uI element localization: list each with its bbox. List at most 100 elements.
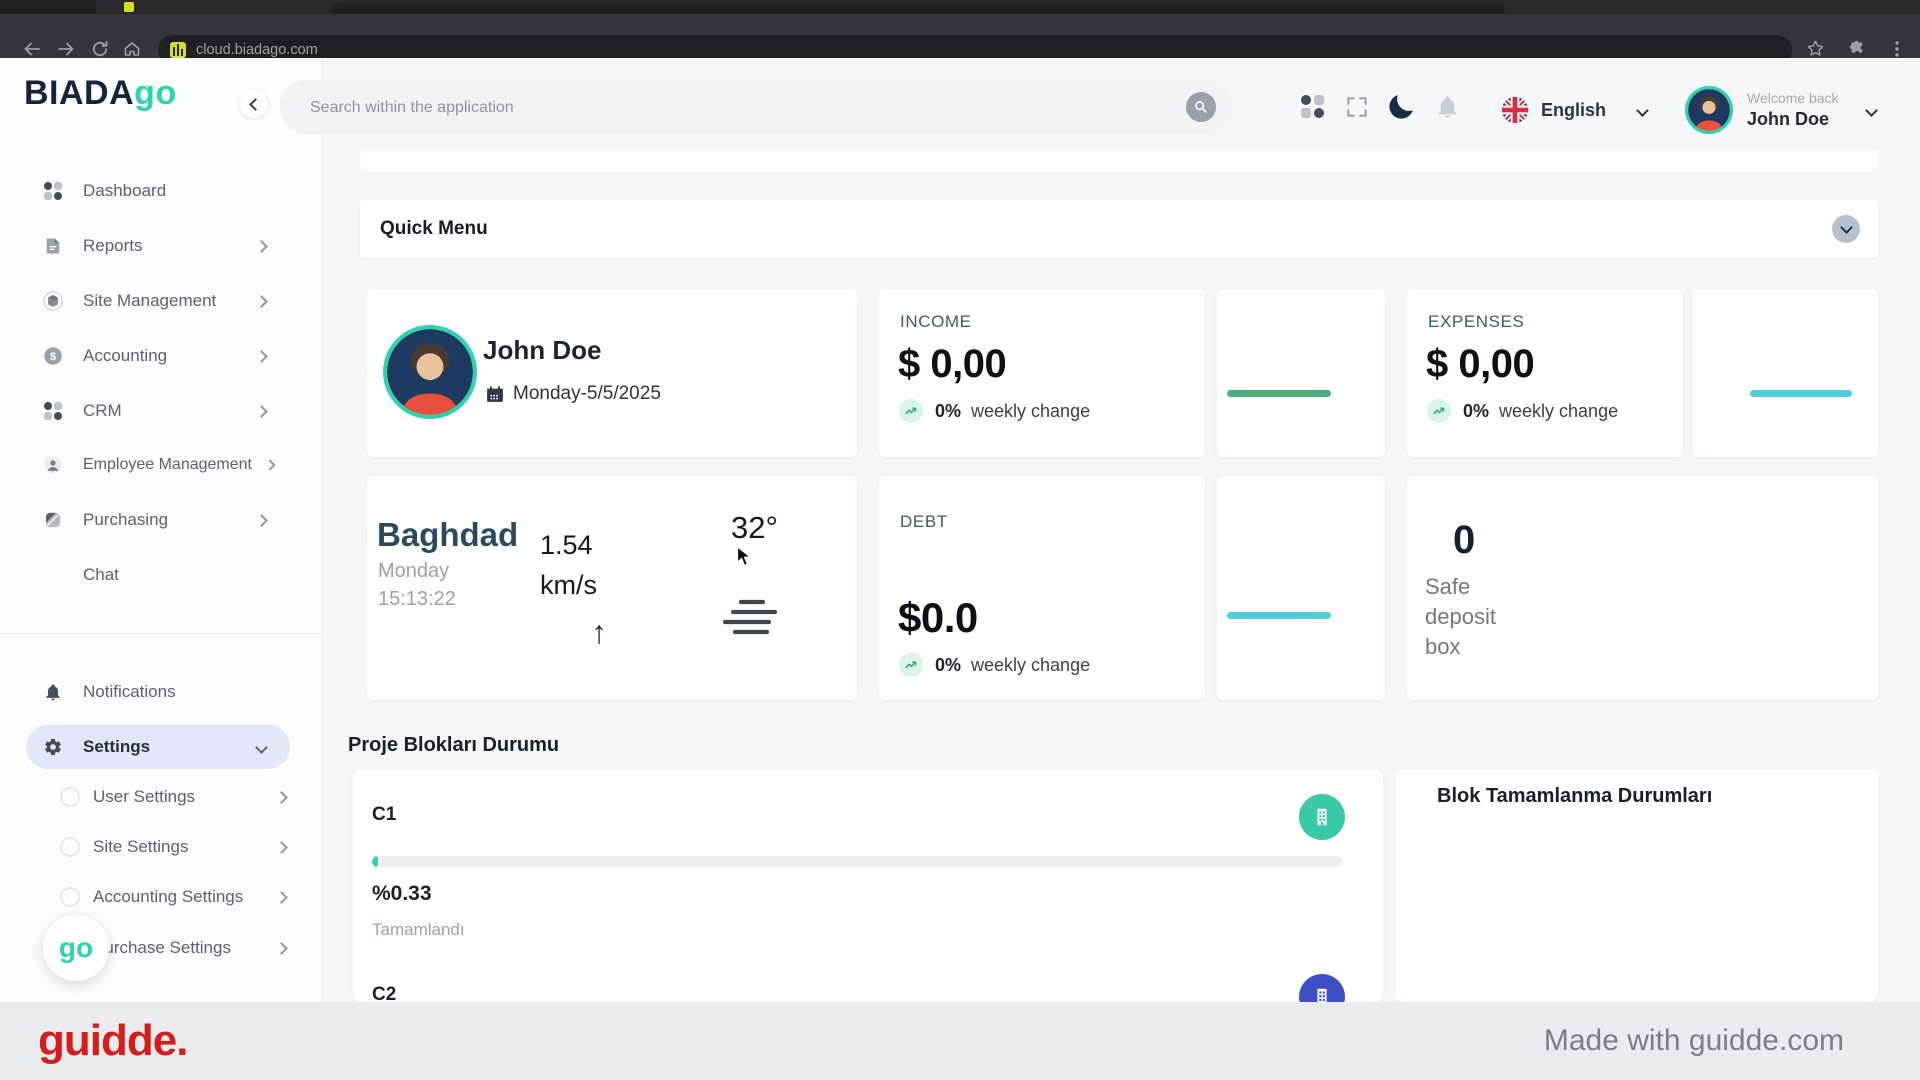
debt-card: DEBT $0.0 0% weekly change: [879, 476, 1205, 700]
block-progress-fill: [372, 856, 378, 867]
sidebar-divider: [0, 633, 322, 634]
weather-temperature: 32°: [731, 510, 778, 546]
block-status: Tamamlandı: [372, 920, 465, 940]
made-with-credit: Made with guidde.com: [1544, 1024, 1844, 1058]
avatar: [1685, 86, 1733, 134]
cube-icon: [42, 290, 64, 312]
block-name: C1: [372, 804, 396, 826]
chevron-right-icon: [264, 459, 275, 470]
language-selector[interactable]: English: [1501, 96, 1647, 124]
trend-up-icon: [899, 399, 923, 423]
sidebar-item-crm[interactable]: CRM: [42, 396, 266, 426]
mist-weather-icon: [721, 598, 787, 645]
expenses-sparkline-card: [1692, 289, 1878, 457]
sidebar-item-site-management[interactable]: Site Management: [42, 286, 266, 316]
apps-grid-icon[interactable]: [1301, 95, 1324, 118]
avatar: [383, 325, 477, 419]
block-name: C2: [372, 984, 396, 1002]
debt-change: 0%: [935, 655, 961, 676]
url-text: cloud.biadago.com: [196, 42, 318, 58]
bookmark-star-icon[interactable]: [1806, 39, 1826, 59]
income-change-text: weekly change: [971, 401, 1090, 422]
reload-icon[interactable]: [90, 39, 110, 59]
building-button[interactable]: [1299, 974, 1345, 1002]
site-favicon-icon: [170, 42, 186, 58]
uk-flag-icon: [1501, 96, 1529, 124]
user-name: John Doe: [1747, 109, 1839, 130]
chevron-right-icon: [275, 891, 288, 904]
sidebar-collapse-button[interactable]: [240, 90, 268, 118]
search-input[interactable]: [308, 94, 1152, 122]
income-change: 0%: [935, 401, 961, 422]
forward-icon[interactable]: [56, 39, 76, 59]
sidebar-item-site-settings[interactable]: Site Settings: [60, 832, 286, 862]
sidebar-item-dashboard[interactable]: Dashboard: [42, 176, 266, 206]
chevron-right-icon: [255, 514, 268, 527]
guidde-logo: guidde.: [38, 1016, 187, 1066]
pen-icon: [42, 509, 64, 531]
income-sparkline: [1227, 390, 1331, 397]
sidebar-item-employee-management[interactable]: Employee Management: [42, 450, 274, 480]
sidebar-item-accounting[interactable]: $ Accounting: [42, 341, 266, 371]
chevron-right-icon: [255, 295, 268, 308]
search-icon[interactable]: [1186, 92, 1216, 122]
card-user-name: John Doe: [483, 335, 601, 366]
gear-icon: [42, 736, 64, 758]
safe-deposit-label: Safe deposit box: [1425, 572, 1513, 662]
browser-tab[interactable]: [0, 0, 96, 14]
sidebar-item-settings[interactable]: Settings: [42, 732, 266, 762]
block-completion-title: Blok Tamamlanma Durumları: [1437, 785, 1712, 808]
debt-sparkline-card: [1217, 476, 1385, 700]
income-value: $ 0,00: [898, 342, 1006, 387]
home-icon[interactable]: [122, 39, 142, 59]
building-button[interactable]: [1299, 794, 1345, 840]
browser-tab-strip: [0, 0, 1920, 14]
tab-favicon-icon: [124, 2, 134, 12]
sidebar-item-accounting-settings[interactable]: Accounting Settings: [60, 882, 286, 912]
notifications-bell-icon[interactable]: [1434, 93, 1461, 125]
dark-mode-moon-icon[interactable]: [1386, 91, 1417, 127]
user-menu[interactable]: Welcome back John Doe: [1685, 86, 1876, 134]
wind-speed-unit: km/s: [540, 570, 597, 601]
chevron-right-icon: [275, 942, 288, 955]
mouse-cursor: [736, 546, 756, 573]
quick-menu-bar: Quick Menu: [360, 200, 1878, 258]
trend-up-icon: [899, 653, 923, 677]
weather-city: Baghdad: [377, 516, 518, 554]
safe-deposit-card: 0 Safe deposit box: [1407, 476, 1878, 700]
user-profile-card: John Doe Monday-5/5/2025: [367, 289, 857, 457]
debt-sparkline: [1227, 612, 1331, 619]
browser-menu-icon[interactable]: [1894, 39, 1900, 59]
sidebar-item-chat[interactable]: Chat: [42, 560, 266, 590]
circle-icon: [60, 887, 80, 907]
quick-menu-expand-button[interactable]: [1832, 215, 1860, 243]
language-label: English: [1541, 100, 1606, 121]
circle-icon: [60, 837, 80, 857]
sidebar-item-notifications[interactable]: Notifications: [42, 677, 266, 707]
fullscreen-icon[interactable]: [1344, 94, 1370, 125]
weather-time: 15:13:22: [378, 588, 456, 611]
quick-menu-title: Quick Menu: [380, 218, 488, 240]
chevron-down-icon: [1865, 104, 1878, 117]
app-logo[interactable]: BIADAgo: [24, 74, 177, 113]
welcome-text: Welcome back: [1747, 90, 1839, 106]
sidebar-item-purchasing[interactable]: Purchasing: [42, 505, 266, 535]
grid-icon: [42, 180, 64, 202]
income-sparkline-card: [1217, 289, 1385, 457]
card-date: Monday-5/5/2025: [513, 383, 661, 405]
browser-toolbar: cloud.biadago.com: [0, 14, 1920, 58]
sidebar-item-reports[interactable]: Reports: [42, 231, 266, 261]
calendar-icon: [485, 384, 505, 404]
guidde-footer: guidde. Made with guidde.com: [0, 1002, 1920, 1080]
back-icon[interactable]: [22, 39, 42, 59]
svg-text:$: $: [50, 351, 56, 363]
bell-icon: [42, 681, 64, 703]
search-bar: [280, 80, 1230, 134]
extensions-puzzle-icon[interactable]: [1848, 39, 1868, 59]
browser-active-tab[interactable]: [330, 3, 1505, 14]
wind-speed-value: 1.54: [540, 530, 593, 561]
expenses-change-text: weekly change: [1499, 401, 1618, 422]
guidde-floating-button[interactable]: go: [43, 915, 109, 981]
sidebar-item-user-settings[interactable]: User Settings: [60, 782, 286, 812]
expenses-label: EXPENSES: [1428, 312, 1524, 332]
